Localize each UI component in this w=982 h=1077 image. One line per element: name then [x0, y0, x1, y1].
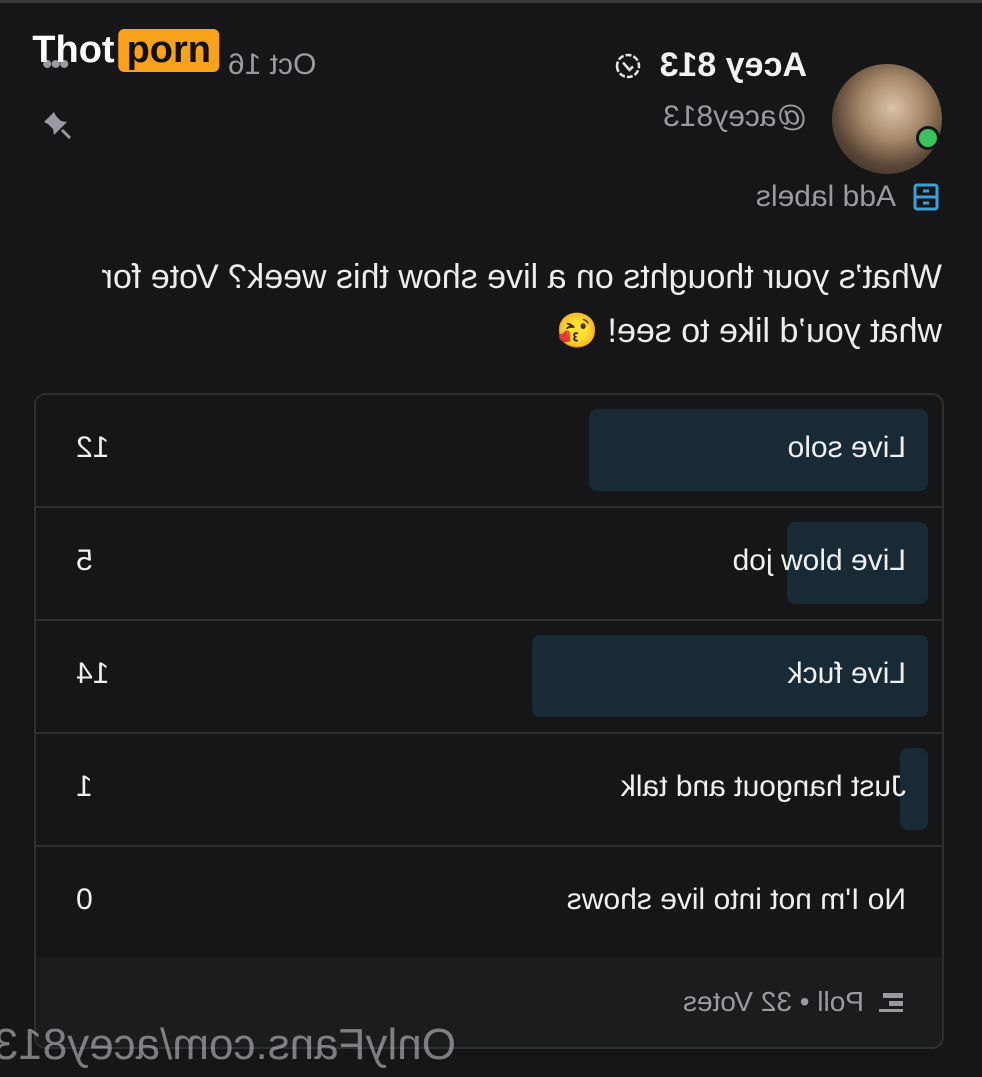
logo-right: porn	[118, 29, 219, 72]
poll-option-label: Live fuck	[787, 657, 906, 690]
poll: Live solo 12 Live blow job 5 Live fuck 14 Just…	[34, 393, 944, 1049]
poll-icon	[879, 993, 903, 1012]
add-labels-button[interactable]: Add labels	[756, 180, 942, 214]
avatar[interactable]	[832, 64, 942, 174]
poll-option-count: 0	[76, 883, 93, 916]
poll-option[interactable]: Live solo 12	[36, 395, 942, 508]
post-screen: Acey 813 @acey813 Oct 16 ••• Add labels …	[0, 0, 982, 1077]
verified-icon	[615, 53, 641, 79]
poll-options: Live solo 12 Live blow job 5 Live fuck 14 Just…	[36, 395, 942, 960]
add-labels-label: Add labels	[755, 180, 896, 213]
poll-option-label: Live solo	[787, 431, 906, 464]
poll-option-count: 14	[76, 657, 110, 690]
online-status-dot	[916, 126, 940, 150]
poll-option[interactable]: Live blow job 5	[36, 508, 942, 621]
poll-option[interactable]: No I'm not into live shows 0	[36, 847, 942, 960]
poll-option-count: 5	[76, 544, 93, 577]
site-logo: Thot porn	[32, 29, 219, 72]
poll-option[interactable]: Just hangout and talk 1	[36, 734, 942, 847]
poll-option-label: Just hangout and talk	[620, 770, 906, 803]
logo-left: Thot	[32, 29, 115, 71]
poll-option[interactable]: Live fuck 14	[36, 621, 942, 734]
author-handle[interactable]: @acey813	[663, 100, 807, 134]
labels-icon	[913, 183, 939, 211]
pin-icon[interactable]	[40, 108, 74, 142]
poll-summary: Poll • 32 Votes	[682, 986, 864, 1017]
post-date: Oct 16	[228, 48, 317, 81]
poll-option-count: 12	[76, 431, 110, 464]
top-divider	[0, 0, 982, 3]
author-name[interactable]: Acey 813	[660, 46, 807, 85]
poll-option-label: No I'm not into live shows	[566, 883, 906, 916]
watermark: OnlyFans.com/acey813	[0, 1020, 456, 1069]
poll-option-count: 1	[76, 770, 93, 803]
poll-option-label: Live blow job	[732, 544, 906, 577]
post-text: What’s your thoughts on a live show this…	[101, 258, 942, 350]
